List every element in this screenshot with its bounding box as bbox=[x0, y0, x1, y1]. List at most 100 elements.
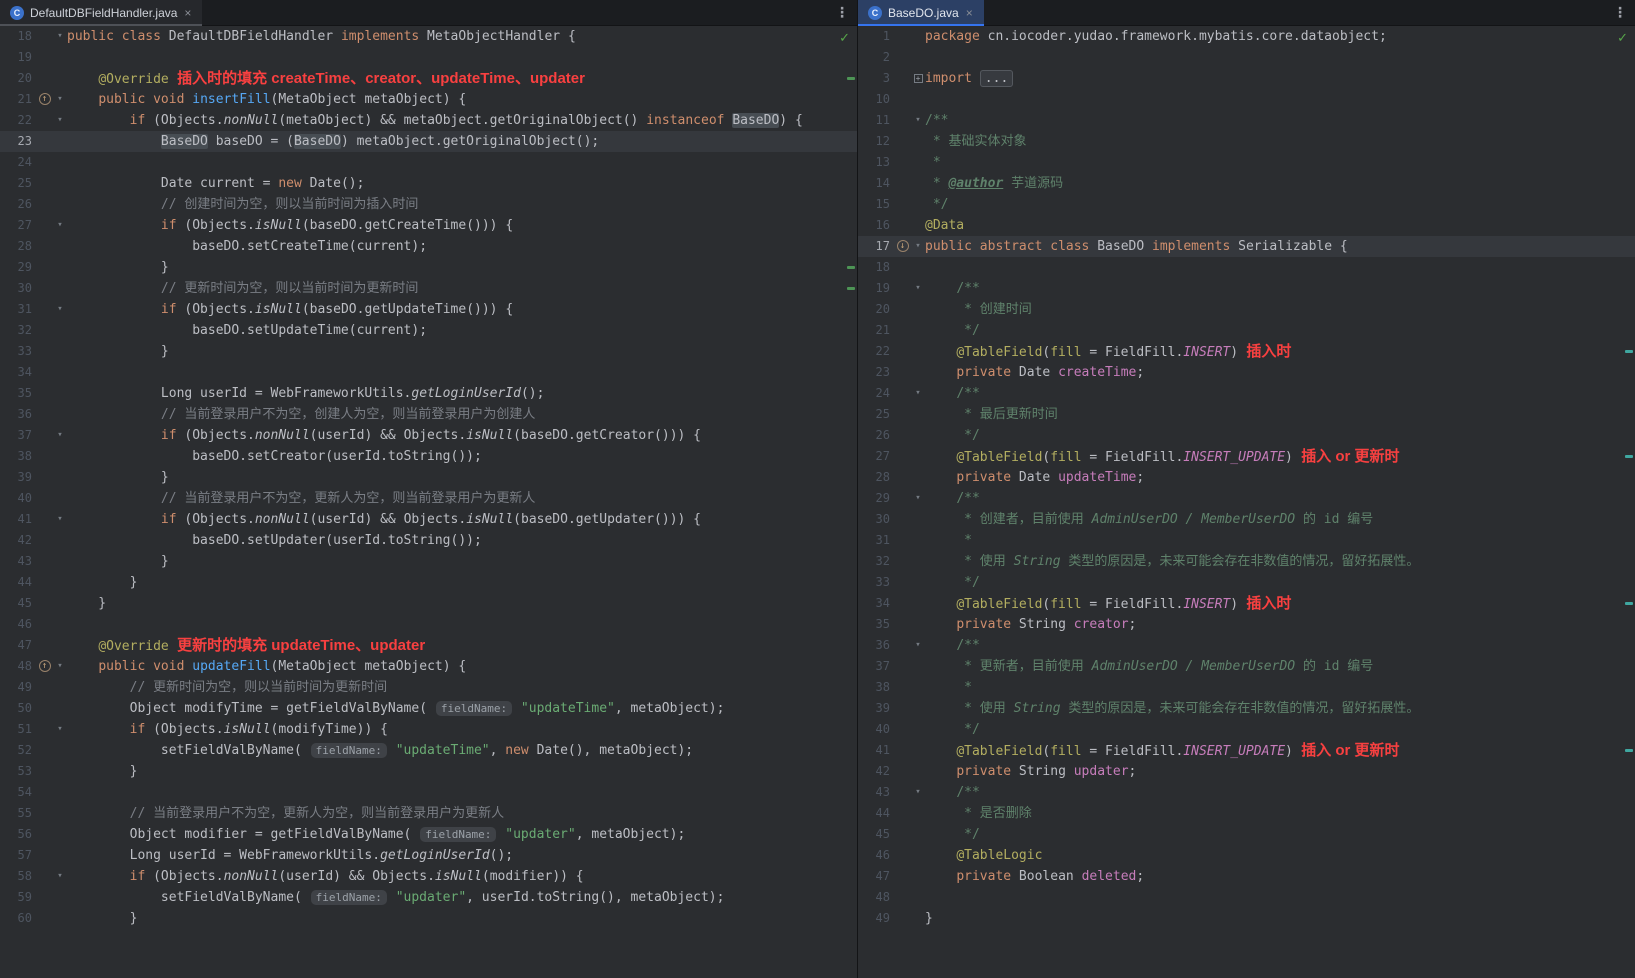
code-line[interactable]: 33 */ bbox=[858, 572, 1635, 593]
code-text[interactable]: if (Objects.isNull(modifyTime)) { bbox=[67, 719, 857, 740]
code-text[interactable]: if (Objects.isNull(baseDO.getCreateTime(… bbox=[67, 215, 857, 236]
code-line[interactable]: 45 } bbox=[0, 593, 857, 614]
line-number[interactable]: 51 bbox=[0, 719, 36, 740]
code-line[interactable]: 38 baseDO.setCreator(userId.toString()); bbox=[0, 446, 857, 467]
code-line[interactable]: 28 private Date updateTime; bbox=[858, 467, 1635, 488]
line-number[interactable]: 26 bbox=[858, 425, 894, 446]
fold-icon[interactable]: ▾ bbox=[53, 719, 67, 740]
line-number[interactable]: 41 bbox=[0, 509, 36, 530]
override-method-icon[interactable]: ↑ bbox=[36, 89, 53, 110]
code-text[interactable]: } bbox=[67, 572, 857, 593]
code-text[interactable]: */ bbox=[925, 719, 1635, 740]
tab-close-icon[interactable]: × bbox=[183, 7, 192, 19]
code-text[interactable]: * 最后更新时间 bbox=[925, 404, 1635, 425]
scrollbar-change-mark[interactable] bbox=[1625, 455, 1633, 458]
line-number[interactable]: 44 bbox=[858, 803, 894, 824]
code-text[interactable]: if (Objects.nonNull(userId) && Objects.i… bbox=[67, 509, 857, 530]
code-text[interactable]: @Override 插入时的填充 createTime、creator、upda… bbox=[67, 68, 857, 89]
code-text[interactable]: private Date updateTime; bbox=[925, 467, 1635, 488]
code-text[interactable]: // 当前登录用户不为空，更新人为空，则当前登录用户为更新人 bbox=[67, 803, 857, 824]
code-text[interactable]: baseDO.setCreateTime(current); bbox=[67, 236, 857, 257]
line-number[interactable]: 43 bbox=[858, 782, 894, 803]
code-text[interactable]: Date current = new Date(); bbox=[67, 173, 857, 194]
code-line[interactable]: 21 */ bbox=[858, 320, 1635, 341]
line-number[interactable]: 57 bbox=[0, 845, 36, 866]
code-text[interactable]: } bbox=[925, 908, 1635, 929]
code-line[interactable]: 36 // 当前登录用户不为空，创建人为空，则当前登录用户为创建人 bbox=[0, 404, 857, 425]
fold-icon[interactable]: + bbox=[911, 68, 925, 89]
code-text[interactable]: if (Objects.nonNull(metaObject) && metaO… bbox=[67, 110, 857, 131]
line-number[interactable]: 44 bbox=[0, 572, 36, 593]
fold-icon[interactable]: ▾ bbox=[53, 215, 67, 236]
code-text[interactable]: } bbox=[67, 593, 857, 614]
code-line[interactable]: 39 } bbox=[0, 467, 857, 488]
code-text[interactable]: public abstract class BaseDO implements … bbox=[925, 236, 1635, 257]
code-line[interactable]: 25 * 最后更新时间 bbox=[858, 404, 1635, 425]
code-line[interactable]: 13 * bbox=[858, 152, 1635, 173]
code-line[interactable]: 26 // 创建时间为空，则以当前时间为插入时间 bbox=[0, 194, 857, 215]
fold-icon[interactable]: ▾ bbox=[53, 89, 67, 110]
fold-icon[interactable]: ▾ bbox=[911, 488, 925, 509]
fold-icon[interactable]: ▾ bbox=[911, 110, 925, 131]
code-text[interactable]: */ bbox=[925, 194, 1635, 215]
scrollbar-change-mark[interactable] bbox=[847, 77, 855, 80]
code-line[interactable]: 28 baseDO.setCreateTime(current); bbox=[0, 236, 857, 257]
code-line[interactable]: 25 Date current = new Date(); bbox=[0, 173, 857, 194]
line-number[interactable]: 56 bbox=[0, 824, 36, 845]
line-number[interactable]: 24 bbox=[858, 383, 894, 404]
code-line[interactable]: 1package cn.iocoder.yudao.framework.myba… bbox=[858, 26, 1635, 47]
line-number[interactable]: 30 bbox=[0, 278, 36, 299]
code-line[interactable]: 46 bbox=[0, 614, 857, 635]
code-text[interactable]: } bbox=[67, 341, 857, 362]
code-text[interactable]: Long userId = WebFrameworkUtils.getLogin… bbox=[67, 845, 857, 866]
code-line[interactable]: 42 private String updater; bbox=[858, 761, 1635, 782]
code-line[interactable]: 53 } bbox=[0, 761, 857, 782]
line-number[interactable]: 36 bbox=[0, 404, 36, 425]
scrollbar-error-stripe[interactable] bbox=[845, 26, 857, 978]
code-line[interactable]: 23 private Date createTime; bbox=[858, 362, 1635, 383]
line-number[interactable]: 23 bbox=[0, 131, 36, 152]
code-line[interactable]: 27 @TableField(fill = FieldFill.INSERT_U… bbox=[858, 446, 1635, 467]
code-text[interactable]: * 使用 String 类型的原因是，未来可能会存在非数值的情况，留好拓展性。 bbox=[925, 698, 1635, 719]
code-text[interactable]: BaseDO baseDO = (BaseDO) metaObject.getO… bbox=[67, 131, 857, 152]
fold-icon[interactable]: ▾ bbox=[911, 278, 925, 299]
line-number[interactable]: 31 bbox=[0, 299, 36, 320]
code-line[interactable]: 35 private String creator; bbox=[858, 614, 1635, 635]
line-number[interactable]: 49 bbox=[858, 908, 894, 929]
code-line[interactable]: 3+import ... bbox=[858, 68, 1635, 89]
line-number[interactable]: 30 bbox=[858, 509, 894, 530]
code-line[interactable]: 18 bbox=[858, 257, 1635, 278]
line-number[interactable]: 39 bbox=[858, 698, 894, 719]
fold-icon[interactable]: ▾ bbox=[53, 656, 67, 677]
line-number[interactable]: 26 bbox=[0, 194, 36, 215]
code-text[interactable]: private Date createTime; bbox=[925, 362, 1635, 383]
code-text[interactable]: // 更新时间为空，则以当前时间为更新时间 bbox=[67, 677, 857, 698]
line-number[interactable]: 55 bbox=[0, 803, 36, 824]
line-number[interactable]: 43 bbox=[0, 551, 36, 572]
code-text[interactable]: @TableField(fill = FieldFill.INSERT_UPDA… bbox=[925, 446, 1635, 467]
code-line[interactable]: 60 } bbox=[0, 908, 857, 929]
code-line[interactable]: 30 // 更新时间为空，则以当前时间为更新时间 bbox=[0, 278, 857, 299]
code-line[interactable]: 57 Long userId = WebFrameworkUtils.getLo… bbox=[0, 845, 857, 866]
code-line[interactable]: 42 baseDO.setUpdater(userId.toString()); bbox=[0, 530, 857, 551]
code-text[interactable]: setFieldValByName( fieldName: "updater",… bbox=[67, 887, 857, 908]
fold-icon[interactable]: ▾ bbox=[53, 26, 67, 47]
code-line[interactable]: 12 * 基础实体对象 bbox=[858, 131, 1635, 152]
line-number[interactable]: 38 bbox=[858, 677, 894, 698]
code-line[interactable]: 58▾ if (Objects.nonNull(userId) && Objec… bbox=[0, 866, 857, 887]
line-number[interactable]: 12 bbox=[858, 131, 894, 152]
code-text[interactable]: /** bbox=[925, 110, 1635, 131]
code-text[interactable]: } bbox=[67, 551, 857, 572]
code-text[interactable]: public void insertFill(MetaObject metaOb… bbox=[67, 89, 857, 110]
code-line[interactable]: 30 * 创建者，目前使用 AdminUserDO / MemberUserDO… bbox=[858, 509, 1635, 530]
inspection-ok-icon[interactable]: ✓ bbox=[839, 30, 850, 46]
code-line[interactable]: 41 @TableField(fill = FieldFill.INSERT_U… bbox=[858, 740, 1635, 761]
code-text[interactable]: public class DefaultDBFieldHandler imple… bbox=[67, 26, 857, 47]
line-number[interactable]: 37 bbox=[0, 425, 36, 446]
code-text[interactable]: setFieldValByName( fieldName: "updateTim… bbox=[67, 740, 857, 761]
code-text[interactable]: if (Objects.nonNull(userId) && Objects.i… bbox=[67, 866, 857, 887]
code-line[interactable]: 49} bbox=[858, 908, 1635, 929]
line-number[interactable]: 33 bbox=[858, 572, 894, 593]
code-line[interactable]: 20 * 创建时间 bbox=[858, 299, 1635, 320]
line-number[interactable]: 15 bbox=[858, 194, 894, 215]
